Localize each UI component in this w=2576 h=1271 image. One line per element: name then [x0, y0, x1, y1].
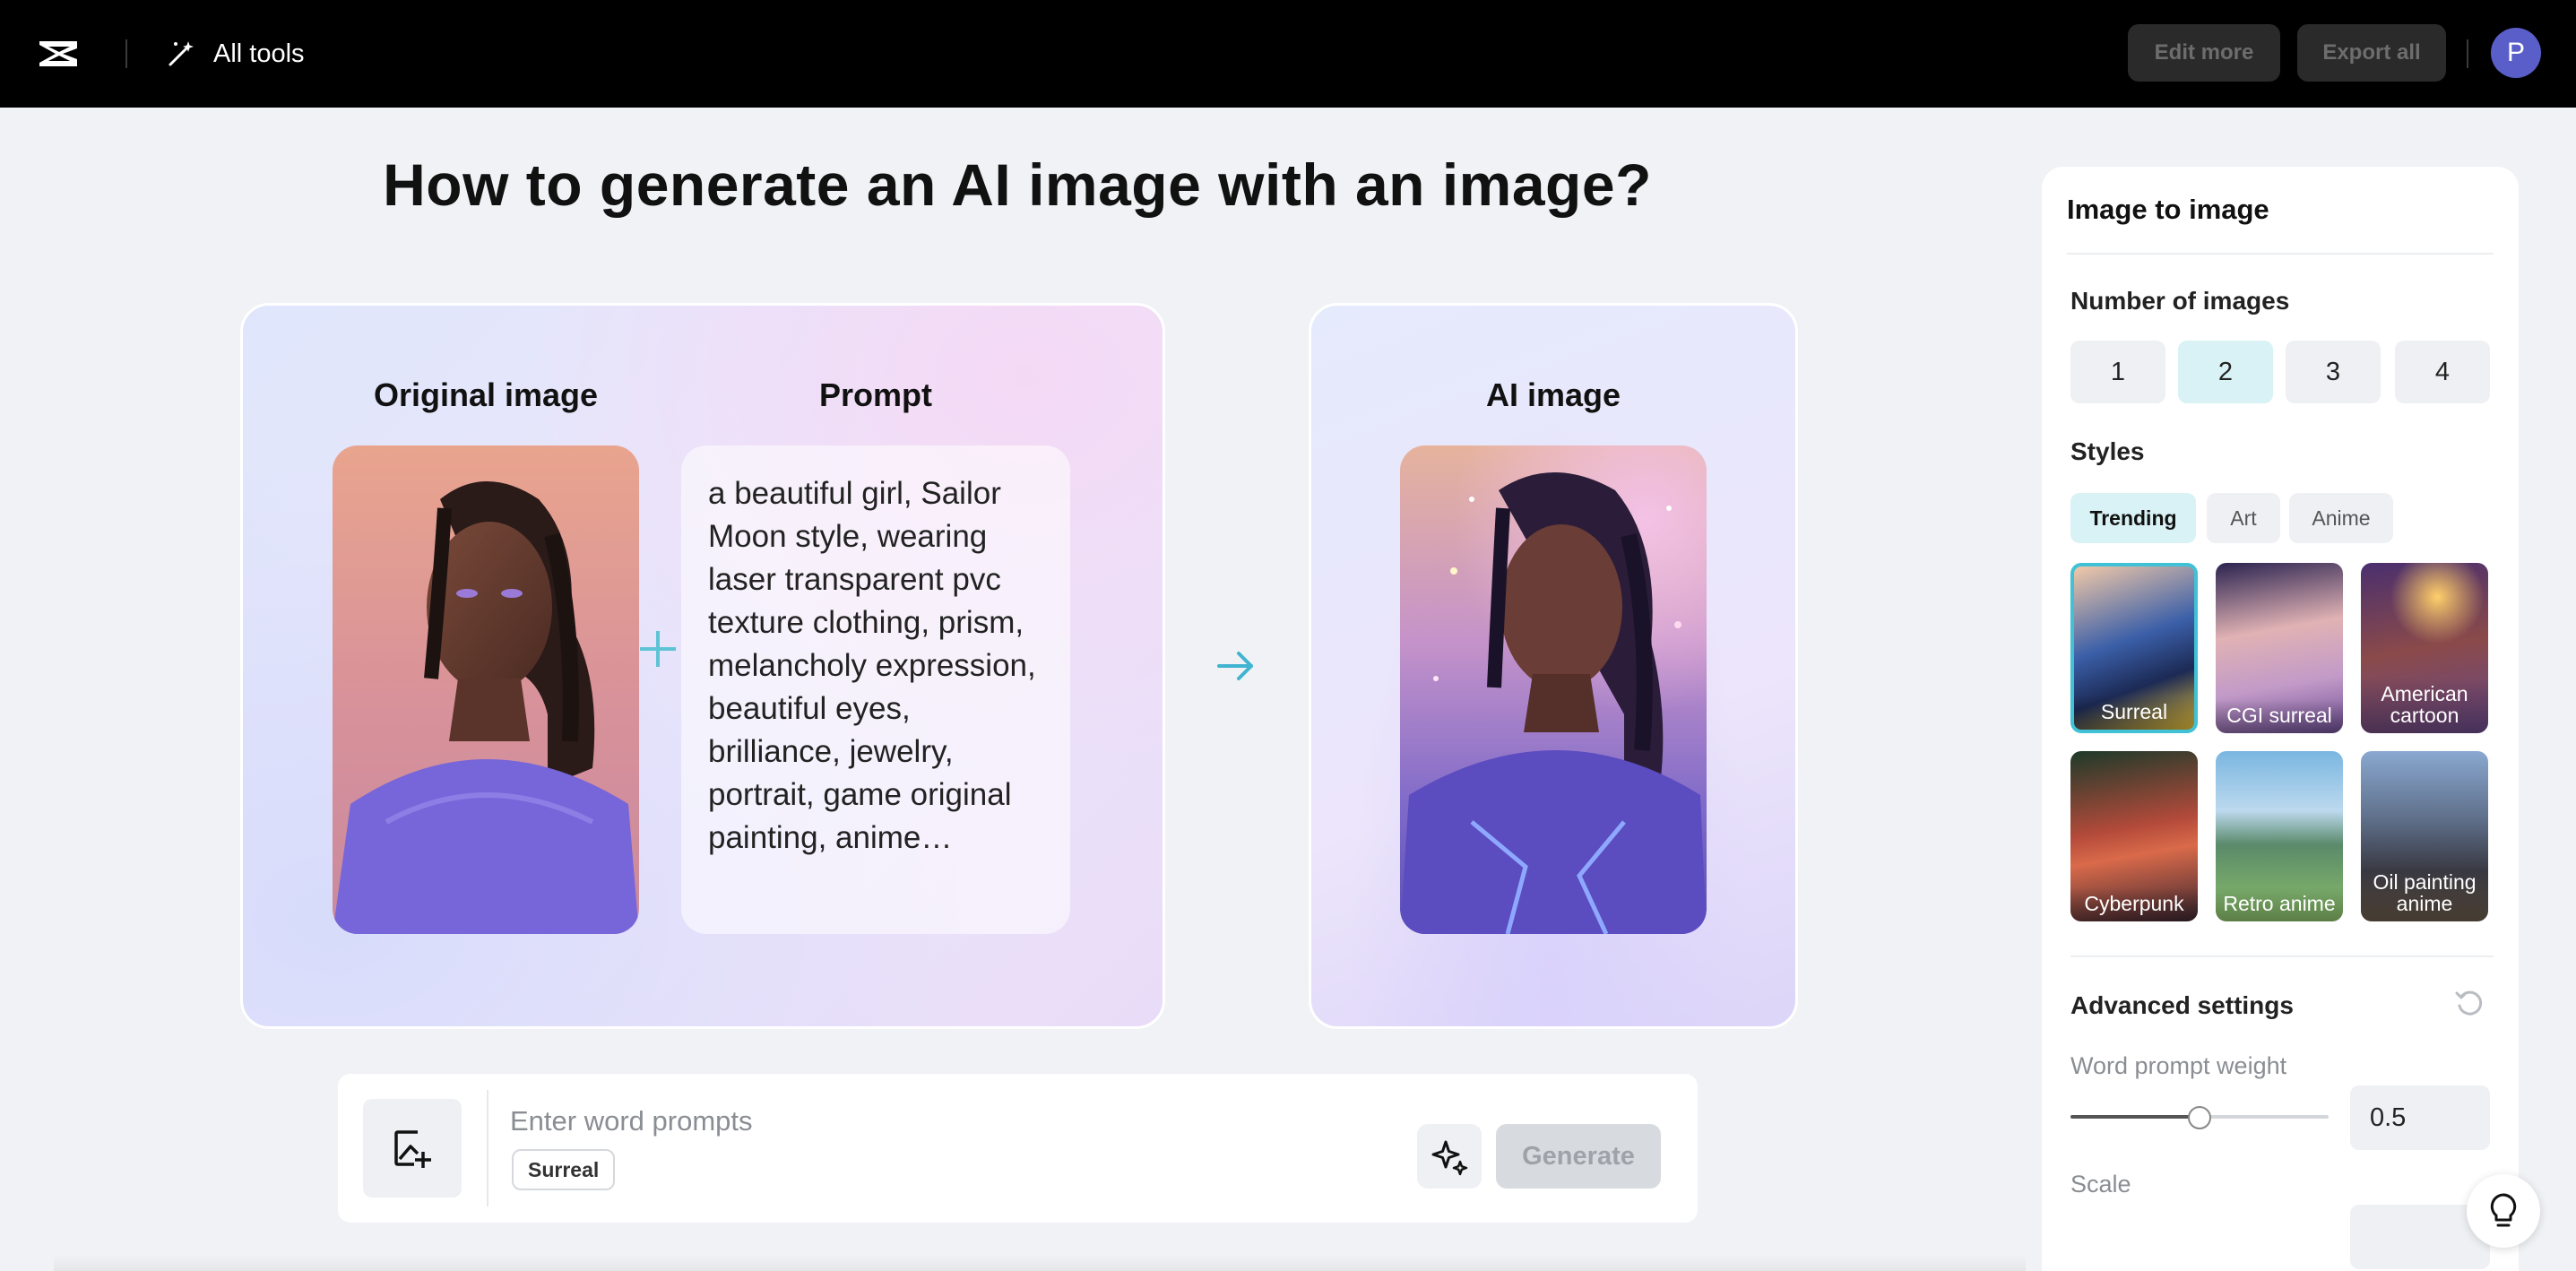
all-tools-label: All tools	[213, 39, 305, 68]
export-all-button[interactable]: Export all	[2297, 24, 2446, 82]
style-tile-surreal[interactable]: Surreal	[2070, 563, 2198, 733]
style-tile-retro-anime[interactable]: Retro anime	[2216, 751, 2343, 921]
tab-trending[interactable]: Trending	[2070, 493, 2196, 543]
number-of-images-label: Number of images	[2070, 287, 2290, 315]
advanced-settings-label: Advanced settings	[2070, 991, 2294, 1019]
style-tile-label: CGI surreal	[2216, 699, 2343, 733]
word-prompt-weight-label: Word prompt weight	[2070, 1052, 2287, 1079]
tab-anime[interactable]: Anime	[2289, 493, 2393, 543]
style-tile-american-cartoon[interactable]: American cartoon	[2361, 563, 2488, 733]
prompt-input[interactable]	[510, 1101, 1317, 1142]
reset-icon[interactable]	[2454, 988, 2485, 1018]
word-prompt-weight-value[interactable]: 0.5	[2350, 1085, 2490, 1150]
help-button[interactable]	[2467, 1174, 2540, 1248]
prompt-label: Prompt	[819, 376, 932, 413]
lightbulb-icon	[2490, 1193, 2517, 1227]
capcut-logo-icon[interactable]	[36, 36, 81, 72]
ai-image	[1400, 445, 1707, 934]
sparkle-icon	[1431, 1140, 1468, 1176]
top-bar: All tools Edit more Export all P	[0, 0, 2576, 108]
magic-prompt-button[interactable]	[1417, 1124, 1482, 1189]
selected-style-chip[interactable]: Surreal	[512, 1149, 616, 1190]
arrow-right-icon	[1217, 652, 1253, 680]
ai-image-label: AI image	[1485, 376, 1621, 413]
scale-label: Scale	[2070, 1171, 2131, 1198]
divider	[2467, 39, 2468, 68]
generate-button[interactable]: Generate	[1496, 1124, 1661, 1189]
styles-label: Styles	[2070, 437, 2145, 465]
style-tile-label: Oil painting anime	[2361, 866, 2488, 921]
divider	[125, 39, 127, 68]
number-option-4[interactable]: 4	[2395, 341, 2490, 403]
slider-fill	[2070, 1115, 2200, 1119]
upload-image-button[interactable]	[363, 1099, 462, 1198]
page-fade	[54, 1255, 2026, 1271]
page-title: How to generate an AI image with an imag…	[383, 151, 1652, 218]
original-image	[333, 445, 639, 934]
style-tile-cgi-surreal[interactable]: CGI surreal	[2216, 563, 2343, 733]
number-option-2[interactable]: 2	[2178, 341, 2273, 403]
magic-wand-icon	[169, 41, 194, 66]
style-tile-oil-painting-anime[interactable]: Oil painting anime	[2361, 751, 2488, 921]
number-option-3[interactable]: 3	[2286, 341, 2381, 403]
divider	[2067, 253, 2494, 255]
style-tile-label: American cartoon	[2361, 678, 2488, 733]
style-tile-label: Cyberpunk	[2070, 887, 2198, 921]
divider	[2070, 955, 2494, 957]
divider	[487, 1090, 488, 1206]
settings-panel: Image to image Number of images 1 2 3 4 …	[2042, 167, 2519, 1271]
all-tools-button[interactable]: All tools	[165, 32, 305, 75]
number-option-1[interactable]: 1	[2070, 341, 2165, 403]
edit-more-button[interactable]: Edit more	[2128, 24, 2280, 82]
panel-title: Image to image	[2067, 194, 2269, 225]
tab-art[interactable]: Art	[2207, 493, 2280, 543]
slider-thumb[interactable]	[2188, 1106, 2211, 1129]
prompt-bar: Surreal Generate	[338, 1074, 1698, 1223]
style-tile-label: Surreal	[2074, 696, 2194, 730]
style-tile-cyberpunk[interactable]: Cyberpunk	[2070, 751, 2198, 921]
style-tile-label: Retro anime	[2216, 887, 2343, 921]
example-prompt-text: a beautiful girl, Sailor Moon style, wea…	[681, 445, 1070, 934]
add-image-icon	[394, 1130, 431, 1168]
avatar[interactable]: P	[2491, 28, 2541, 78]
plus-icon	[640, 631, 676, 667]
original-image-label: Original image	[373, 376, 599, 413]
